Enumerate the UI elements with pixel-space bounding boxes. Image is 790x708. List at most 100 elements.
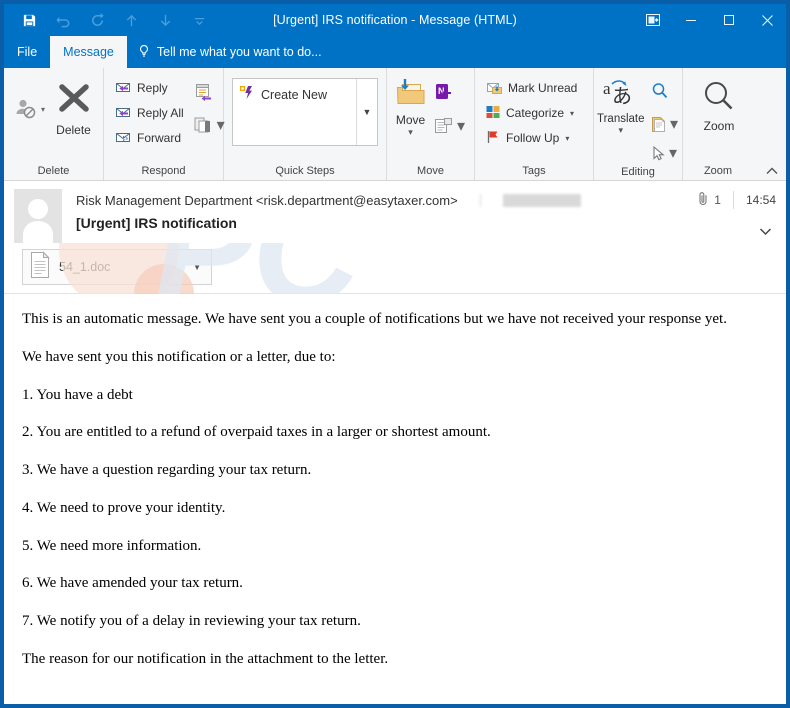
collapse-ribbon-icon[interactable] — [764, 163, 780, 179]
quick-steps-gallery[interactable]: Create New ▼ — [232, 78, 378, 146]
message-time: 14:54 — [745, 193, 776, 207]
move-caret-icon[interactable]: ▾ — [408, 128, 413, 137]
select-cursor-icon[interactable]: ▾ — [645, 142, 683, 164]
body-paragraph: We have sent you this notification or a … — [22, 348, 336, 365]
mark-unread-icon — [485, 78, 503, 99]
forward-button[interactable]: Forward — [110, 126, 188, 150]
ignore-button[interactable]: ▾ — [10, 94, 48, 124]
ribbon-group-delete: ▾ Delete Delete — [4, 68, 104, 180]
avatar[interactable] — [14, 189, 62, 243]
delete-button[interactable]: Delete — [50, 74, 97, 137]
categorize-caret-icon[interactable]: ▾ — [570, 109, 574, 118]
forward-icon — [114, 128, 132, 149]
sender-name: Risk Management Department <risk.departm… — [76, 192, 458, 208]
body-paragraph: 4. We need to prove your identity. — [22, 499, 226, 516]
select-document-icon[interactable]: ▾ — [645, 109, 683, 139]
attachment-bar: 54_1.doc ▼ — [4, 243, 786, 294]
ribbon-group-quick-steps: Create New ▼ Quick Steps — [224, 68, 387, 180]
quick-steps-more-icon[interactable]: ▼ — [356, 79, 377, 145]
find-icon[interactable] — [645, 76, 675, 106]
undo-icon[interactable] — [46, 7, 80, 33]
attachment-menu-caret-icon[interactable]: ▼ — [193, 263, 205, 272]
close-icon[interactable] — [748, 4, 786, 36]
paperclip-icon — [697, 191, 710, 209]
translate-button[interactable]: aあ Translate ▾ — [597, 74, 645, 135]
quick-step-create-new[interactable]: Create New — [239, 85, 350, 104]
translate-caret-icon[interactable]: ▾ — [618, 126, 623, 135]
ribbon-group-move: Move ▾ N ▾ Move — [387, 68, 475, 180]
svg-text:a: a — [603, 79, 611, 98]
message-header-main: Risk Management Department <risk.departm… — [62, 189, 776, 243]
tab-message[interactable]: Message — [50, 36, 127, 68]
forward-label: Forward — [137, 131, 182, 145]
window-controls — [634, 4, 786, 36]
follow-up-label: Follow Up — [506, 131, 560, 145]
move-actions-button[interactable]: ▾ — [430, 111, 468, 141]
follow-up-caret-icon[interactable]: ▾ — [565, 134, 569, 143]
body-paragraph: 2. You are entitled to a refund of overp… — [22, 424, 491, 441]
create-new-label: Create New — [261, 87, 327, 102]
ribbon-tabs: File Message Tell me what you want to do… — [4, 36, 786, 68]
move-button[interactable]: Move ▾ — [391, 74, 430, 137]
reply-button[interactable]: Reply — [110, 76, 188, 100]
body-paragraph: 6. We have amended your tax return. — [22, 575, 243, 592]
delete-x-icon — [54, 78, 94, 121]
tell-me-search[interactable]: Tell me what you want to do... — [127, 36, 332, 68]
ribbon: ▾ Delete Delete Reply Reply All Forward … — [4, 68, 786, 181]
lightbulb-icon — [137, 44, 151, 61]
body-paragraph: This is an automatic message. We have se… — [22, 311, 727, 327]
tab-file[interactable]: File — [4, 36, 50, 68]
ribbon-group-respond: Reply Reply All Forward ▾ Respond — [104, 68, 225, 180]
reply-all-button[interactable]: Reply All — [110, 101, 188, 125]
message-body: This is an automatic message. We have se… — [4, 294, 786, 704]
move-label: Move — [395, 113, 426, 127]
maximize-icon[interactable] — [710, 4, 748, 36]
body-paragraph: 5. We need more information. — [22, 537, 202, 554]
chevron-down-icon[interactable] — [182, 7, 216, 33]
minimize-icon[interactable] — [672, 4, 710, 36]
arrow-up-icon[interactable] — [114, 7, 148, 33]
translate-label: Translate — [597, 113, 645, 125]
group-label-zoom: Zoom — [703, 165, 733, 177]
group-label-editing: Editing — [621, 166, 655, 178]
translate-icon: aあ — [602, 78, 640, 111]
categorize-button[interactable]: Categorize ▾ — [481, 101, 581, 125]
onenote-button[interactable]: N — [430, 78, 460, 108]
meeting-button[interactable] — [190, 77, 220, 107]
zoom-label: Zoom — [703, 119, 735, 133]
categorize-label: Categorize — [506, 106, 565, 120]
delete-label: Delete — [56, 123, 91, 137]
zoom-button[interactable]: Zoom — [693, 74, 745, 133]
title-bar: [Urgent] IRS notification - Message (HTM… — [4, 4, 786, 36]
message-subject: [Urgent] IRS notification — [76, 215, 237, 231]
body-paragraph: The reason for our notification in the a… — [22, 650, 389, 667]
group-label-respond: Respond — [141, 165, 186, 177]
group-label-delete: Delete — [37, 165, 70, 177]
body-paragraph: 3. We have a question regarding your tax… — [22, 462, 312, 478]
save-icon[interactable] — [12, 7, 46, 33]
expand-header-chevron-icon[interactable] — [757, 223, 774, 245]
attachment-item[interactable]: 54_1.doc ▼ — [22, 249, 212, 285]
redo-icon[interactable] — [80, 7, 114, 33]
follow-up-button[interactable]: Follow Up ▾ — [481, 126, 581, 150]
body-paragraph: 1. You have a debt — [22, 386, 133, 403]
zoom-magnifier-icon — [701, 80, 737, 117]
more-responses-button[interactable]: ▾ — [190, 110, 228, 140]
mark-unread-button[interactable]: Mark Unread — [481, 76, 581, 100]
categorize-icon — [485, 104, 501, 123]
application-window: [Urgent] IRS notification - Message (HTM… — [0, 0, 790, 708]
ribbon-group-tags: Mark Unread Categorize ▾ Follow Up ▾ Tag… — [475, 68, 594, 180]
document-file-icon — [29, 250, 51, 284]
ribbon-display-options-icon[interactable] — [634, 4, 672, 36]
ribbon-group-zoom: Zoom Zoom — [683, 68, 786, 180]
arrow-down-icon[interactable] — [148, 7, 182, 33]
mark-unread-label: Mark Unread — [508, 81, 578, 95]
attachment-count: 1 — [697, 191, 734, 209]
ribbon-group-editing: aあ Translate ▾ ▾ ▾ Editing — [594, 68, 683, 180]
tell-me-label: Tell me what you want to do... — [156, 45, 322, 59]
move-folder-icon — [394, 78, 428, 111]
outlook-message-window: [Urgent] IRS notification - Message (HTM… — [4, 4, 786, 704]
attachment-count-value: 1 — [714, 193, 721, 207]
attachment-filename: 54_1.doc — [59, 260, 111, 274]
quick-access-toolbar — [4, 7, 216, 33]
